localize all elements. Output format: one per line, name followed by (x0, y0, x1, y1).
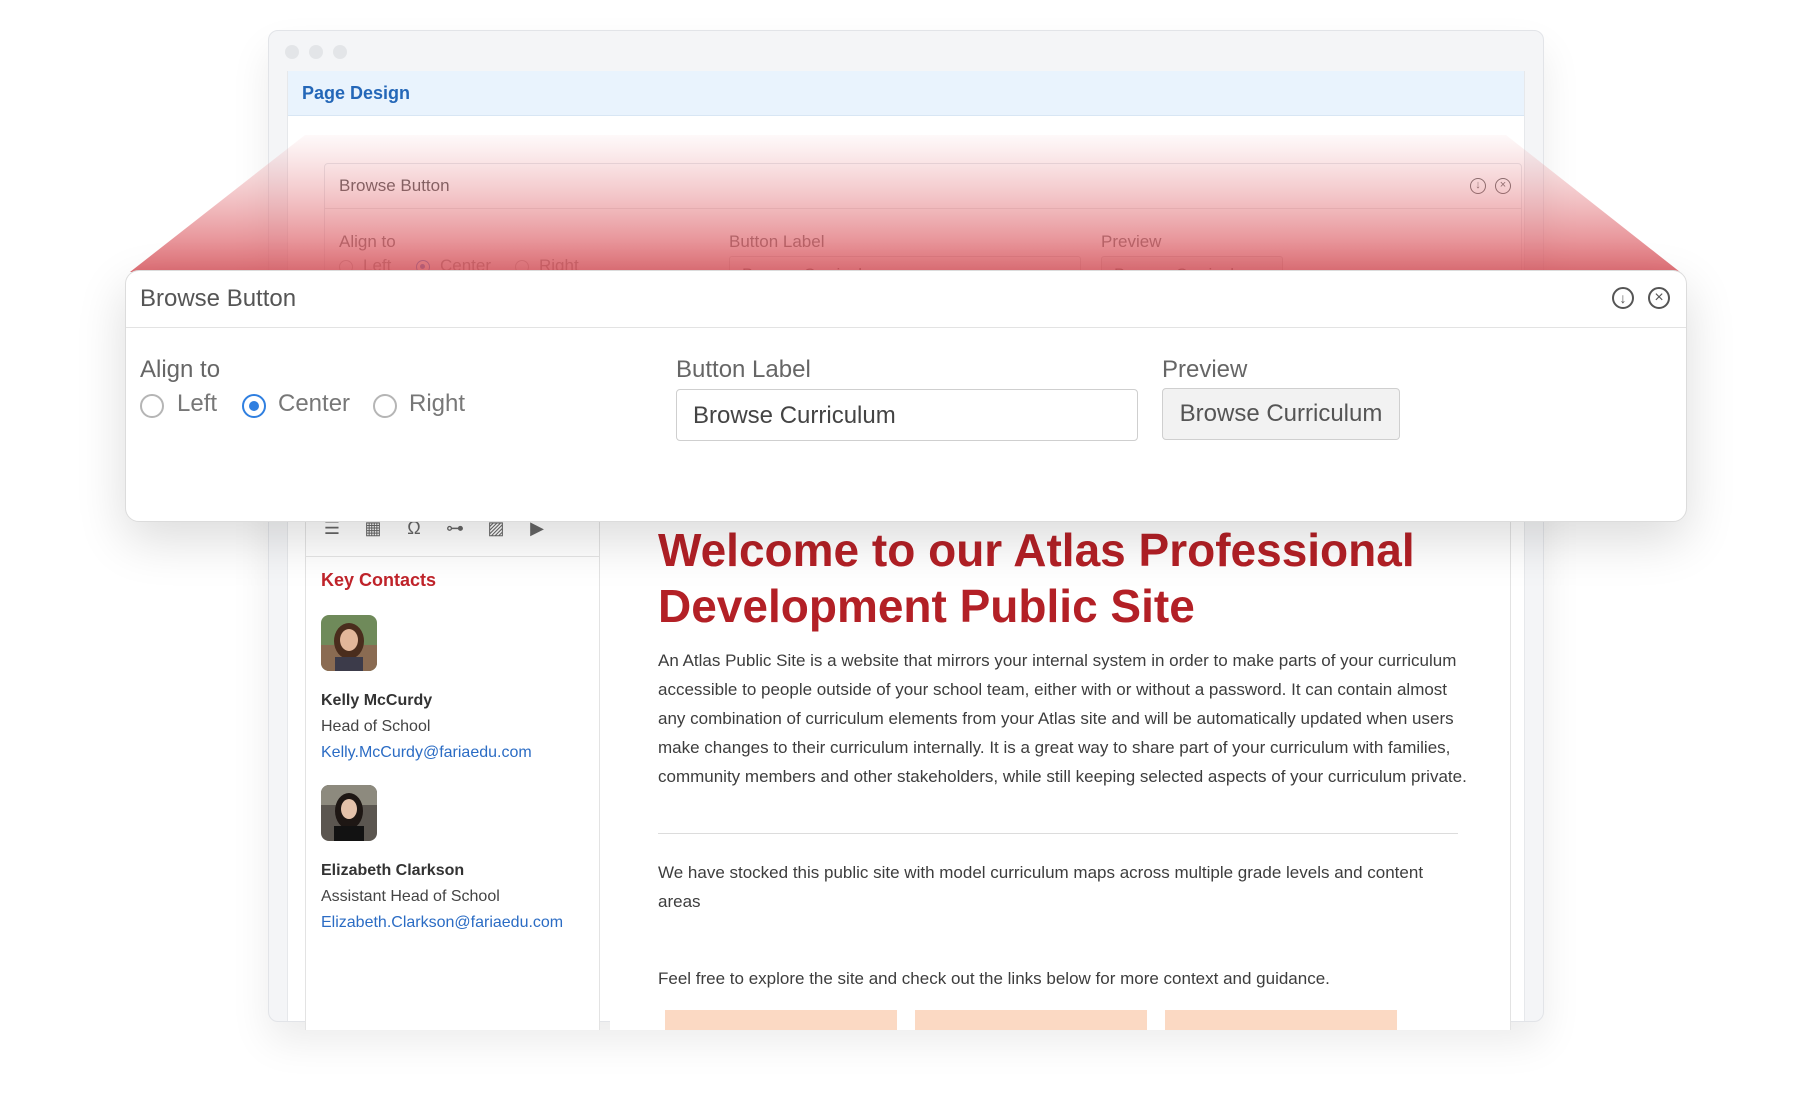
contact-role: Head of School (321, 718, 431, 735)
page-headline: Welcome to our Atlas Professional Develo… (658, 524, 1415, 632)
radio-right-label: Right (409, 390, 466, 417)
panel-header: Browse Button ↓ × (126, 271, 1686, 328)
radio-center-label: Center (278, 390, 351, 417)
panel-title: Browse Button (140, 285, 297, 312)
link-tile[interactable] (1165, 1010, 1397, 1030)
radio-center[interactable] (242, 394, 266, 418)
contact-name: Elizabeth Clarkson (321, 862, 465, 879)
page-content: Welcome to our Atlas Professional Develo… (610, 470, 1511, 1030)
link-tile[interactable] (665, 1010, 897, 1030)
intro-paragraph: An Atlas Public Site is a website that m… (658, 651, 1467, 786)
download-circle-icon[interactable]: ↓ (1612, 287, 1634, 309)
avatar (321, 785, 377, 841)
explore-paragraph: Feel free to explore the site and check … (658, 969, 1330, 988)
close-circle-icon[interactable]: × (1648, 287, 1670, 309)
avatar (321, 615, 377, 671)
preview-title: Preview (1162, 356, 1248, 383)
align-label: Align to (140, 356, 221, 383)
divider (658, 833, 1458, 834)
contact-role: Assistant Head of School (321, 888, 500, 905)
contact-email-link[interactable]: Kelly.McCurdy@fariaedu.com (321, 744, 532, 762)
button-label-title: Button Label (676, 356, 811, 383)
zoom-highlight-wedge (130, 135, 1680, 272)
stocked-paragraph: We have stocked this public site with mo… (658, 863, 1424, 911)
contact-email-link[interactable]: Elizabeth.Clarkson@fariaedu.com (321, 914, 563, 932)
radio-right[interactable] (373, 394, 397, 418)
sidebar: ☰ ▦ Ω ⊶ ▨ ▶ Key Contacts Kelly McCurdy H… (305, 470, 600, 1030)
radio-left-label: Left (177, 390, 218, 417)
browse-button-panel-zoomed: Browse Button ↓ × Align to Left Center R… (125, 270, 1687, 522)
contact-name: Kelly McCurdy (321, 692, 433, 709)
radio-left[interactable] (140, 394, 164, 418)
key-contacts-heading: Key Contacts (321, 570, 437, 590)
link-tile[interactable] (915, 1010, 1147, 1030)
preview-button[interactable]: Browse Curriculum (1162, 388, 1400, 440)
button-label-input[interactable]: Browse Curriculum (676, 389, 1138, 441)
